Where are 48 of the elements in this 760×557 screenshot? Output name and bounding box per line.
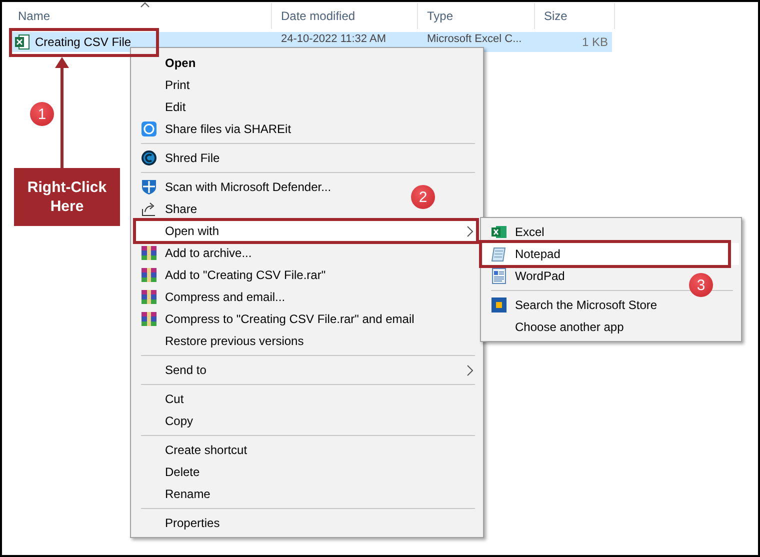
share-icon (141, 201, 157, 217)
notepad-icon (491, 246, 507, 262)
stacked-books-icon (141, 245, 157, 261)
menu-item[interactable]: Scan with Microsoft Defender... (165, 180, 332, 194)
menu-item[interactable]: Share (165, 202, 198, 216)
column-header[interactable]: Size (544, 9, 568, 23)
spreadsheet-file-icon (14, 34, 30, 50)
menu-item[interactable]: Notepad (483, 243, 739, 265)
date-modified: 24-10-2022 11:32 AM (281, 33, 386, 45)
shield-icon (141, 179, 157, 195)
column-header[interactable]: Type (427, 9, 454, 23)
menu-item[interactable]: Restore previous versions (165, 334, 304, 348)
file-name: Creating CSV File (35, 35, 132, 49)
menu-item[interactable]: Choose another app (515, 320, 624, 334)
menu-item[interactable]: Copy (165, 414, 194, 428)
document-icon (491, 268, 507, 284)
spreadsheet-app-icon (491, 224, 507, 240)
menu-item[interactable]: Edit (165, 100, 186, 114)
menu-item[interactable]: Compress and email... (165, 290, 286, 304)
menu-item[interactable]: Open (165, 56, 196, 70)
menu-item[interactable]: Rename (165, 487, 210, 501)
file-type: Microsoft Excel C... (427, 33, 522, 45)
column-header[interactable]: Name (18, 9, 50, 23)
stacked-books-icon (141, 267, 157, 283)
menu-item[interactable]: WordPad (515, 269, 565, 283)
menu-item[interactable]: Create shortcut (165, 443, 248, 457)
store-bag-icon (491, 297, 507, 313)
menu-item[interactable]: Share files via SHAREit (165, 122, 292, 136)
chevron-right-icon (467, 226, 473, 236)
column-header[interactable]: Date modified (281, 9, 356, 23)
menu-item[interactable]: Print (165, 78, 190, 92)
stacked-books-icon (141, 311, 157, 327)
menu-item[interactable]: Compress to "Creating CSV File.rar" and email (165, 312, 414, 326)
menu-item[interactable]: Cut (165, 392, 184, 406)
menu-item[interactable]: Add to "Creating CSV File.rar" (165, 268, 326, 282)
chevron-right-icon (467, 364, 473, 376)
file-size: 1 KB (582, 35, 608, 49)
menu-item[interactable]: Properties (165, 516, 220, 530)
menu-item[interactable]: Delete (165, 465, 200, 479)
menu-item[interactable]: Send to (165, 363, 206, 377)
shred-c-icon (141, 150, 157, 166)
step-badge: 1 (30, 102, 54, 126)
menu-item[interactable]: Search the Microsoft Store (515, 298, 658, 312)
callout-label: Right-Click Here (14, 168, 120, 226)
stacked-books-icon (141, 289, 157, 305)
menu-item[interactable]: Shred File (165, 151, 220, 165)
menu-item[interactable]: Add to archive... (165, 246, 252, 260)
menu-item[interactable]: Excel (515, 225, 544, 239)
